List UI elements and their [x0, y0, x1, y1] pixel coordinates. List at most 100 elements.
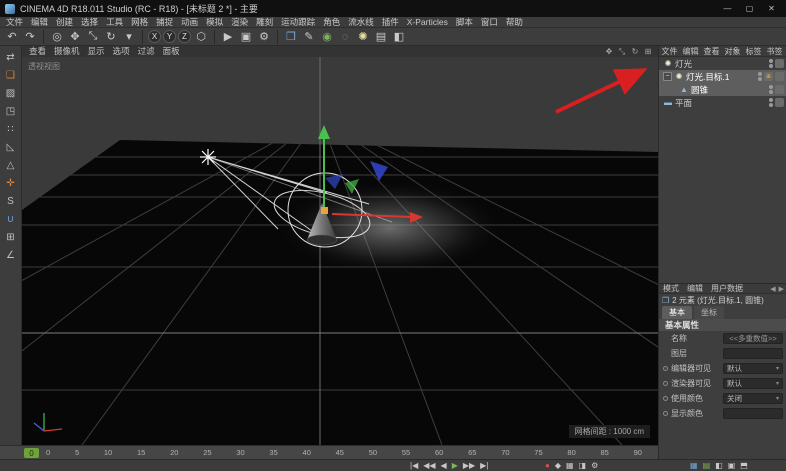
render-view-icon[interactable]: ▶	[220, 29, 236, 45]
keyframe-dot[interactable]	[663, 366, 668, 371]
viewport-menu-view[interactable]: 查看	[25, 46, 50, 57]
object-row-plane[interactable]: ▬ 平面	[659, 96, 786, 109]
object-tag-icon[interactable]	[775, 59, 784, 68]
texture-mode-icon[interactable]: ▨	[3, 86, 19, 101]
last-tool-dropdown-icon[interactable]: ▾	[121, 29, 137, 45]
enable-snap-icon[interactable]: ∪	[3, 212, 19, 227]
viewport-solo-icon[interactable]: S	[3, 194, 19, 209]
visibility-dots[interactable]	[769, 85, 773, 94]
tab-basic[interactable]: 基本	[662, 306, 692, 319]
enable-axis-icon[interactable]: ✛	[3, 176, 19, 191]
play-button[interactable]: ▶	[452, 460, 458, 471]
display-mode-icon[interactable]: ◧	[391, 29, 407, 45]
x-axis-lock-button[interactable]: X	[148, 30, 161, 43]
workplane-mode-icon[interactable]: ◳	[3, 104, 19, 119]
om-menu-bookmarks[interactable]: 书签	[764, 46, 785, 57]
render-visibility-dropdown[interactable]: 默认 ▾	[723, 378, 783, 389]
scale-tool-icon[interactable]: ⤡	[85, 29, 101, 45]
menu-mesh[interactable]: 网格	[127, 17, 152, 28]
rotate-tool-icon[interactable]: ↻	[103, 29, 119, 45]
rotate-view-icon[interactable]: ↻	[630, 47, 640, 56]
expand-collapse-icon[interactable]: −	[663, 72, 672, 81]
menu-tools[interactable]: 工具	[102, 17, 127, 28]
keyframe-position-button[interactable]: ◨	[579, 460, 587, 471]
am-menu-userdata[interactable]: 用户数据	[707, 283, 747, 294]
material-manager-button[interactable]: ▤	[703, 460, 711, 471]
visibility-dots[interactable]	[769, 98, 773, 107]
next-key-button[interactable]: ▶▶	[463, 460, 475, 471]
object-tag-icon[interactable]	[775, 72, 784, 81]
history-back-icon[interactable]: ◀	[770, 285, 775, 293]
am-menu-edit[interactable]: 编辑	[683, 283, 707, 294]
polygons-mode-icon[interactable]: △	[3, 158, 19, 173]
coordinate-system-icon[interactable]: ⬡	[193, 29, 209, 45]
quantize-icon[interactable]: ∠	[3, 248, 19, 263]
menu-help[interactable]: 帮助	[502, 17, 527, 28]
display-color-field[interactable]	[723, 408, 783, 419]
layer-field[interactable]	[723, 348, 783, 359]
menu-sculpt[interactable]: 雕刻	[252, 17, 277, 28]
viewport-menu-options[interactable]: 选项	[109, 46, 134, 57]
keyframe-dot[interactable]	[663, 411, 668, 416]
record-keyframe-button[interactable]: ●	[545, 460, 550, 471]
light-object-icon[interactable]: ✺	[355, 29, 371, 45]
zoom-view-icon[interactable]: ⤡	[617, 47, 627, 56]
console-button[interactable]: ▣	[728, 460, 736, 471]
gizmo-center-handle[interactable]	[321, 207, 328, 214]
primitive-cube-icon[interactable]: ❒	[283, 29, 299, 45]
om-menu-edit[interactable]: 编辑	[680, 46, 701, 57]
timeline-ruler[interactable]: 0 0 5 10 15 20 25 30 35 40 45 50 55 60 6…	[0, 445, 658, 459]
autokey-button[interactable]: ◆	[555, 460, 561, 471]
viewport-menu-panel[interactable]: 面板	[159, 46, 184, 57]
history-forward-icon[interactable]: ▶	[779, 285, 784, 293]
render-settings-icon[interactable]: ⚙	[256, 29, 272, 45]
undo-icon[interactable]: ↶	[4, 29, 20, 45]
workplane-lock-icon[interactable]: ⊞	[3, 230, 19, 245]
object-row-light-target[interactable]: − ✺ 灯光.目标.1 ⊕	[659, 70, 786, 83]
om-menu-file[interactable]: 文件	[659, 46, 680, 57]
object-row-light[interactable]: ✺ 灯光	[659, 57, 786, 70]
menu-xparticles[interactable]: X-Particles	[403, 17, 452, 28]
menu-create[interactable]: 创建	[52, 17, 77, 28]
maximize-button[interactable]: ▢	[740, 2, 759, 15]
viewport-menu-cameras[interactable]: 摄像机	[50, 46, 84, 57]
om-menu-tags[interactable]: 标签	[743, 46, 764, 57]
menu-plugins[interactable]: 插件	[378, 17, 403, 28]
tab-coordinates[interactable]: 坐标	[694, 306, 724, 319]
render-picture-viewer-icon[interactable]: ▣	[238, 29, 254, 45]
use-color-dropdown[interactable]: 关闭 ▾	[723, 393, 783, 404]
playback-settings-button[interactable]: ⚙	[591, 460, 598, 471]
pan-view-icon[interactable]: ✥	[604, 47, 614, 56]
visibility-dots[interactable]	[758, 72, 762, 81]
layer-manager-button[interactable]: ◧	[715, 460, 723, 471]
redo-icon[interactable]: ↷	[22, 29, 38, 45]
previous-key-button[interactable]: ◀◀	[423, 460, 435, 471]
deformer-icon[interactable]: ◌	[337, 29, 353, 45]
subdivision-surface-icon[interactable]: ◉	[319, 29, 335, 45]
render-region-button[interactable]: ▦	[690, 460, 698, 471]
menu-pipeline[interactable]: 流水线	[344, 17, 378, 28]
model-mode-icon[interactable]: ❑	[3, 68, 19, 83]
menu-simulate[interactable]: 模拟	[202, 17, 227, 28]
viewport-menu-display[interactable]: 显示	[84, 46, 109, 57]
y-axis-lock-button[interactable]: Y	[163, 30, 176, 43]
camera-object-icon[interactable]: ▤	[373, 29, 389, 45]
goto-end-button[interactable]: ▶|	[480, 460, 488, 471]
goto-start-button[interactable]: |◀	[410, 460, 418, 471]
target-tag-icon[interactable]: ⊕	[764, 72, 773, 81]
keyframe-selection-button[interactable]: ▦	[566, 460, 574, 471]
am-menu-mode[interactable]: 模式	[659, 283, 683, 294]
editor-visibility-dropdown[interactable]: 默认 ▾	[723, 363, 783, 374]
visibility-dots[interactable]	[769, 59, 773, 68]
menu-edit[interactable]: 编辑	[27, 17, 52, 28]
menu-motion-tracker[interactable]: 运动跟踪	[277, 17, 319, 28]
menu-select[interactable]: 选择	[77, 17, 102, 28]
coordinates-button[interactable]: ⬒	[740, 460, 748, 471]
keyframe-dot[interactable]	[663, 381, 668, 386]
menu-render[interactable]: 渲染	[227, 17, 252, 28]
menu-file[interactable]: 文件	[2, 17, 27, 28]
timeline-playhead[interactable]: 0	[24, 448, 39, 458]
menu-animate[interactable]: 动画	[177, 17, 202, 28]
edges-mode-icon[interactable]: ◺	[3, 140, 19, 155]
om-menu-view[interactable]: 查看	[701, 46, 722, 57]
